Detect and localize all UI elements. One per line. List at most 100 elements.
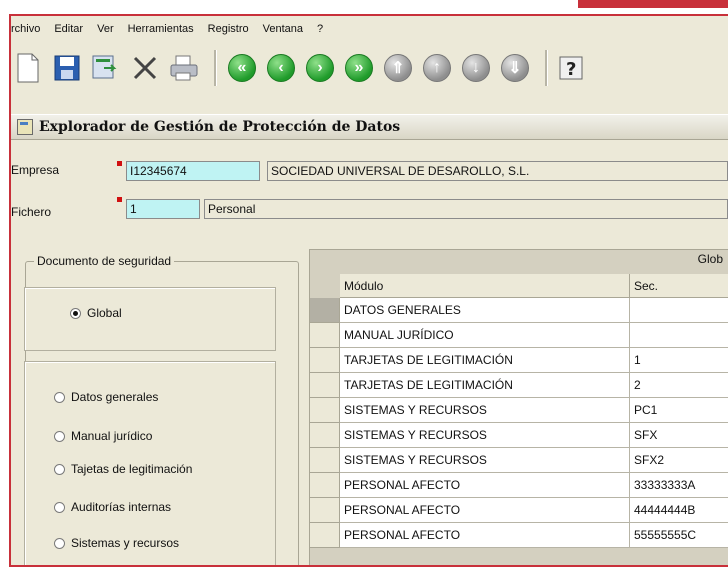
accent-bar <box>578 0 728 8</box>
grid-cell[interactable]: 2 <box>630 373 728 398</box>
fichero-code-field[interactable]: 1 <box>126 199 200 219</box>
column-header-modulo[interactable]: Módulo <box>340 274 630 298</box>
table-row[interactable]: PERSONAL AFECTO 44444444B <box>310 498 728 523</box>
empresa-name-field[interactable]: SOCIEDAD UNIVERSAL DE DESAROLLO, S.L. <box>267 161 728 181</box>
row-selector[interactable] <box>310 423 340 448</box>
row-selector[interactable] <box>310 373 340 398</box>
bottom-record-icon: ⇓ <box>501 54 529 82</box>
required-marker <box>117 197 122 202</box>
row-selector[interactable] <box>310 323 340 348</box>
first-record-button[interactable]: « <box>225 51 259 85</box>
grid-title: Glob <box>697 252 723 266</box>
row-selector[interactable] <box>310 348 340 373</box>
grid-cell[interactable]: SFX <box>630 423 728 448</box>
grid-cell[interactable]: 44444444B <box>630 498 728 523</box>
column-header-sec[interactable]: Sec. <box>630 274 728 298</box>
help-button[interactable]: ? <box>556 51 590 85</box>
row-selector[interactable] <box>310 448 340 473</box>
grid-cell[interactable]: SFX2 <box>630 448 728 473</box>
table-row[interactable]: PERSONAL AFECTO 55555555C <box>310 523 728 548</box>
radio-icon <box>54 391 65 403</box>
screenshot: rchivo Editar Ver Herramientas Registro … <box>0 0 728 570</box>
fichero-name-field[interactable]: Personal <box>204 199 728 219</box>
radio-label: Manual jurídico <box>71 429 153 443</box>
grid-cell[interactable]: TARJETAS DE LEGITIMACIÓN <box>340 373 630 398</box>
menu-archivo[interactable]: rchivo <box>11 23 40 35</box>
grid-cell[interactable]: 1 <box>630 348 728 373</box>
grid-cell[interactable]: SISTEMAS Y RECURSOS <box>340 398 630 423</box>
export-button[interactable] <box>89 51 123 85</box>
grid-cell[interactable]: PERSONAL AFECTO <box>340 523 630 548</box>
application-window: rchivo Editar Ver Herramientas Registro … <box>9 14 728 567</box>
bottom-record-button[interactable]: ⇓ <box>498 51 532 85</box>
down-record-icon: ↓ <box>462 54 490 82</box>
up-record-button[interactable]: ↑ <box>420 51 454 85</box>
radio-selected-icon <box>70 307 81 319</box>
grid-cell[interactable]: 55555555C <box>630 523 728 548</box>
delete-button[interactable] <box>128 51 162 85</box>
down-record-button[interactable]: ↓ <box>459 51 493 85</box>
last-record-button[interactable]: » <box>342 51 376 85</box>
empresa-code-field[interactable]: I12345674 <box>126 161 260 181</box>
save-button[interactable] <box>50 51 84 85</box>
security-document-title: Documento de seguridad <box>34 254 175 268</box>
new-document-button[interactable] <box>11 51 45 85</box>
toolbar: « ‹ › » ⇑ ↑ ↓ ⇓ ? <box>11 43 728 93</box>
next-record-button[interactable]: › <box>303 51 337 85</box>
grid-cell[interactable]: DATOS GENERALES <box>340 298 630 323</box>
grid-cell[interactable]: PERSONAL AFECTO <box>340 498 630 523</box>
radio-sistemas-recursos[interactable]: Sistemas y recursos <box>54 536 179 550</box>
empresa-label: Empresa <box>11 163 60 177</box>
toolbar-separator <box>545 50 548 86</box>
row-selector[interactable] <box>310 523 340 548</box>
previous-record-button[interactable]: ‹ <box>264 51 298 85</box>
table-row[interactable]: PERSONAL AFECTO 33333333A <box>310 473 728 498</box>
table-row[interactable]: SISTEMAS Y RECURSOS SFX <box>310 423 728 448</box>
top-record-icon: ⇑ <box>384 54 412 82</box>
menu-ventana[interactable]: Ventana <box>263 23 303 35</box>
row-selector[interactable] <box>310 298 340 323</box>
svg-text:?: ? <box>566 59 576 80</box>
print-icon <box>170 55 198 81</box>
table-row[interactable]: TARJETAS DE LEGITIMACIÓN 1 <box>310 348 728 373</box>
up-record-icon: ↑ <box>423 54 451 82</box>
menu-registro[interactable]: Registro <box>208 23 249 35</box>
grid-cell[interactable] <box>630 323 728 348</box>
grid-cell[interactable]: SISTEMAS Y RECURSOS <box>340 448 630 473</box>
row-selector[interactable] <box>310 398 340 423</box>
window-icon <box>17 119 33 135</box>
radio-label: Tajetas de legitimación <box>71 462 193 476</box>
print-button[interactable] <box>167 51 201 85</box>
radio-datos-generales[interactable]: Datos generales <box>54 390 158 404</box>
grid-cell[interactable]: TARJETAS DE LEGITIMACIÓN <box>340 348 630 373</box>
export-icon <box>92 55 117 79</box>
global-option-box <box>24 287 276 351</box>
grid-cell[interactable]: SISTEMAS Y RECURSOS <box>340 423 630 448</box>
menu-help[interactable]: ? <box>317 23 323 35</box>
row-selector[interactable] <box>310 473 340 498</box>
grid-cell[interactable]: PC1 <box>630 398 728 423</box>
radio-auditorias-internas[interactable]: Auditorías internas <box>54 500 171 514</box>
row-selector[interactable] <box>310 498 340 523</box>
new-document-icon <box>17 53 39 83</box>
menu-ver[interactable]: Ver <box>97 23 114 35</box>
radio-icon <box>54 463 65 475</box>
grid-header: Módulo Sec. <box>340 274 728 298</box>
table-row[interactable]: TARJETAS DE LEGITIMACIÓN 2 <box>310 373 728 398</box>
table-row[interactable]: MANUAL JURÍDICO <box>310 323 728 348</box>
grid-cell[interactable]: MANUAL JURÍDICO <box>340 323 630 348</box>
save-disk-icon <box>54 55 80 81</box>
radio-tarjetas-legitimacion[interactable]: Tajetas de legitimación <box>54 462 192 476</box>
grid-cell[interactable]: PERSONAL AFECTO <box>340 473 630 498</box>
global-radio[interactable]: Global <box>70 306 122 320</box>
grid-cell[interactable] <box>630 298 728 323</box>
table-row[interactable]: SISTEMAS Y RECURSOS PC1 <box>310 398 728 423</box>
next-record-icon: › <box>306 54 334 82</box>
menu-editar[interactable]: Editar <box>54 23 83 35</box>
menu-herramientas[interactable]: Herramientas <box>128 23 194 35</box>
radio-manual-juridico[interactable]: Manual jurídico <box>54 429 152 443</box>
table-row[interactable]: DATOS GENERALES <box>310 298 728 323</box>
top-record-button[interactable]: ⇑ <box>381 51 415 85</box>
grid-cell[interactable]: 33333333A <box>630 473 728 498</box>
table-row[interactable]: SISTEMAS Y RECURSOS SFX2 <box>310 448 728 473</box>
